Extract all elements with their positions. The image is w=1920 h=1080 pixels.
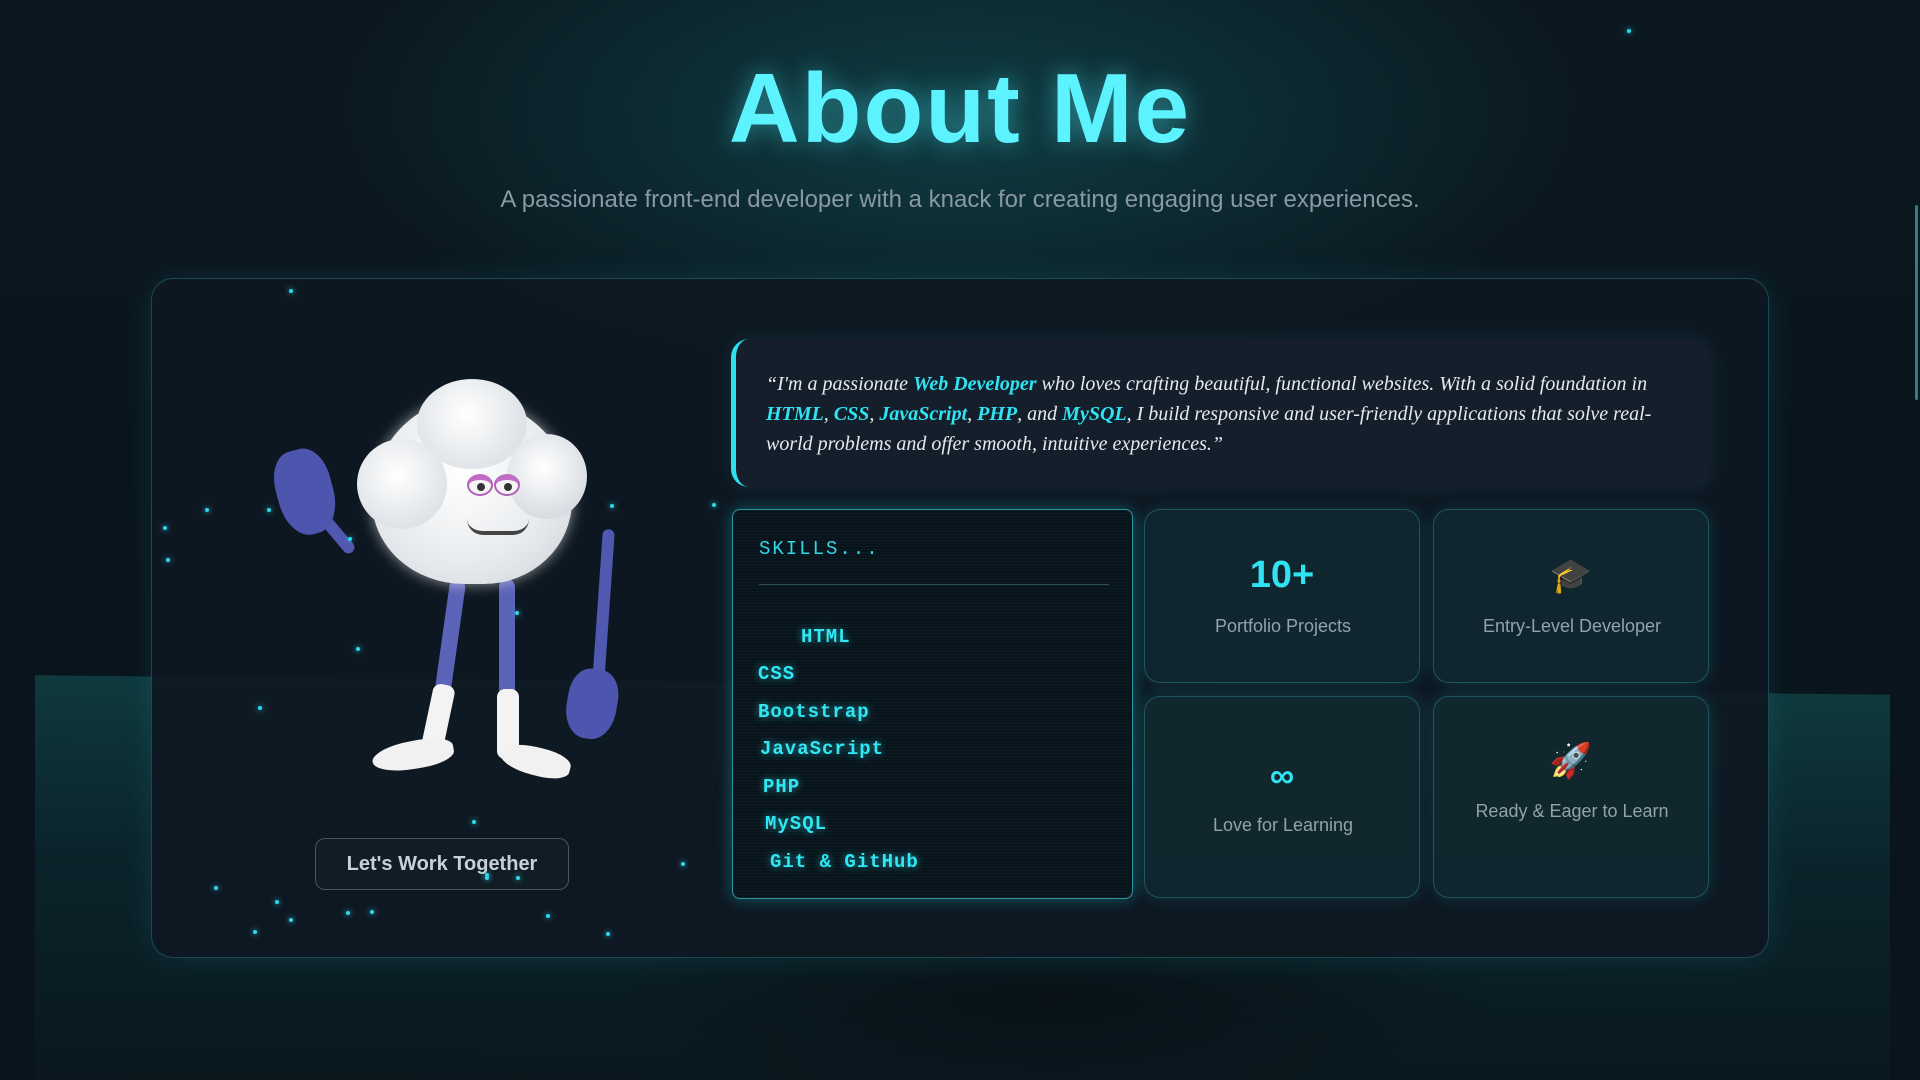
particle — [516, 876, 520, 880]
quote-highlight-css: CSS — [833, 403, 870, 425]
particle — [289, 289, 293, 293]
quote-separator: , — [967, 403, 978, 425]
skill-item-bootstrap: Bootstrap — [758, 701, 870, 723]
quote-text: “I'm a passionate — [766, 373, 914, 395]
page-subtitle: A passionate front-end developer with a … — [500, 186, 1420, 213]
skills-terminal: SKILLS... HTML CSS Bootstrap JavaScript … — [732, 509, 1133, 899]
particle — [472, 820, 476, 824]
particle — [485, 873, 489, 877]
quote-highlight-php: PHP — [977, 403, 1018, 425]
particle — [289, 918, 293, 922]
skills-title: SKILLS... — [759, 538, 880, 560]
particle — [166, 558, 170, 562]
quote-separator: , — [869, 403, 880, 425]
page-title: About Me — [728, 53, 1192, 163]
infinity-icon: ∞ — [1269, 757, 1295, 795]
quote-highlight-role: Web Developer — [913, 373, 1037, 395]
particle — [370, 910, 374, 914]
particle — [712, 503, 716, 507]
skill-item-html: HTML — [801, 626, 851, 648]
character-cloud-puff — [507, 434, 587, 519]
page-scrollbar[interactable] — [1908, 0, 1920, 1080]
particle — [681, 862, 685, 866]
lets-work-together-button[interactable]: Let's Work Together — [315, 838, 569, 890]
character-cloud-puff — [357, 439, 447, 529]
stat-label: Portfolio Projects — [1214, 616, 1352, 636]
particle — [356, 647, 360, 651]
particle — [606, 932, 610, 936]
cloud-character-image — [266, 379, 647, 784]
quote-separator: , and — [1017, 403, 1063, 425]
particle — [258, 706, 262, 710]
particle — [205, 508, 209, 512]
quote-highlight-mysql: MySQL — [1062, 403, 1127, 425]
particle — [214, 886, 218, 890]
stat-tile-projects: 10+ Portfolio Projects — [1144, 509, 1420, 683]
skill-item-mysql: MySQL — [765, 813, 828, 835]
about-card: Let's Work Together “I'm a passionate We… — [151, 278, 1769, 958]
skill-item-javascript: JavaScript — [760, 738, 885, 760]
character-left-leg — [433, 578, 467, 700]
skill-item-css: CSS — [758, 663, 796, 685]
about-quote: “I'm a passionate Web Developer who love… — [731, 339, 1710, 487]
particle — [346, 911, 350, 915]
character-right-leg — [499, 579, 515, 699]
quote-highlight-html: HTML — [766, 403, 824, 425]
skill-item-git-github: Git & GitHub — [770, 851, 919, 873]
stat-label: Love for Learning — [1212, 815, 1354, 835]
particle — [1627, 29, 1631, 33]
character-left-foot — [370, 734, 456, 776]
stat-label: Entry-Level Developer — [1482, 616, 1662, 636]
quote-highlight-javascript: JavaScript — [879, 403, 968, 425]
skills-divider — [759, 584, 1109, 585]
character-eye — [467, 474, 493, 496]
stat-tile-ready: 🚀 Ready & Eager to Learn — [1433, 696, 1709, 898]
particle — [610, 504, 614, 508]
skill-item-php: PHP — [763, 776, 801, 798]
particle — [275, 900, 279, 904]
quote-text: who loves crafting beautiful, functional… — [1036, 373, 1648, 395]
character-mouth — [467, 519, 529, 535]
particle — [348, 537, 352, 541]
rocket-icon: 🚀 — [1549, 742, 1593, 780]
particle — [253, 930, 257, 934]
character-right-hand — [561, 665, 623, 743]
particle — [546, 914, 550, 918]
quote-separator: , — [823, 403, 834, 425]
graduation-cap-icon: 🎓 — [1549, 557, 1593, 595]
character-eye — [494, 474, 520, 496]
character-right-foot — [496, 738, 574, 784]
scrollbar-thumb[interactable] — [1915, 205, 1918, 400]
particle — [515, 611, 519, 615]
stat-tile-level: 🎓 Entry-Level Developer — [1433, 509, 1709, 683]
stat-label: Ready & Eager to Learn — [1475, 801, 1669, 821]
particle — [163, 526, 167, 530]
stat-tile-learning: ∞ Love for Learning — [1144, 696, 1420, 898]
particle — [267, 508, 271, 512]
stat-value: 10+ — [1249, 554, 1315, 596]
